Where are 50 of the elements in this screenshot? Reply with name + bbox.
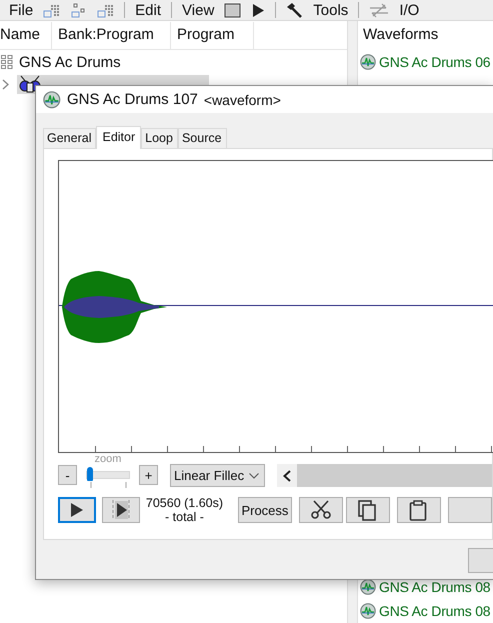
length-note: - total -: [165, 510, 204, 524]
chevron-down-icon: [249, 472, 259, 478]
waveform-item[interactable]: GNS Ac Drums 08: [358, 599, 493, 623]
waveform-icon: [43, 90, 61, 108]
scissors-icon: [311, 500, 331, 520]
slider-thumb[interactable]: [87, 467, 93, 481]
tools-menu[interactable]: Tools: [313, 2, 348, 18]
folder-grid-icon[interactable]: [97, 2, 114, 18]
tab[interactable]: Loop: [141, 128, 178, 148]
collapsed-chevron-icon[interactable]: [2, 78, 9, 90]
file-menu[interactable]: File: [9, 2, 34, 18]
stop-icon[interactable]: [224, 2, 242, 18]
process-button[interactable]: Process: [238, 497, 292, 523]
mode-dropdown[interactable]: Linear Fillec: [170, 464, 265, 487]
tab[interactable]: Editor: [96, 126, 142, 149]
sample-length: 70560 (1.60s): [146, 496, 224, 510]
play-to-end-button[interactable]: [102, 497, 140, 523]
panel-title: Waveforms: [362, 25, 440, 45]
play-button[interactable]: [58, 497, 96, 523]
folder-icon[interactable]: [70, 2, 88, 18]
zoom-in-button[interactable]: +: [139, 465, 158, 485]
arrows-icon[interactable]: [369, 2, 390, 18]
scroll-left-icon[interactable]: [283, 470, 291, 482]
folder-grid-icon[interactable]: [43, 2, 60, 18]
waveform-icon: [360, 603, 376, 619]
tree-item[interactable]: GNS Ac Drums: [19, 54, 121, 70]
clipboard-icon: [409, 500, 429, 520]
column-header[interactable]: Bank:Program: [52, 22, 171, 49]
column-header[interactable]: Name: [0, 22, 52, 49]
edit-menu[interactable]: Edit: [135, 2, 162, 18]
tab[interactable]: General: [43, 128, 96, 148]
io-menu[interactable]: I/O: [399, 2, 420, 18]
scissors-button[interactable]: [299, 497, 343, 523]
view-menu[interactable]: View: [182, 2, 214, 18]
zoom-out-button[interactable]: -: [58, 465, 77, 485]
play-icon: [71, 503, 84, 517]
column-header[interactable]: Program: [171, 22, 254, 49]
clipboard-button[interactable]: [397, 497, 441, 523]
bank-icon: [1, 55, 13, 69]
play-to-end-icon: [111, 500, 132, 520]
window-title: GNS Ac Drums 107: [67, 91, 198, 108]
waveform-item[interactable]: GNS Ac Drums 06: [358, 50, 493, 74]
copy-button[interactable]: [346, 497, 390, 523]
window-subtitle: <waveform>: [204, 92, 281, 108]
tab[interactable]: Source: [178, 128, 227, 148]
copy-icon: [358, 500, 378, 520]
waveform-icon: [360, 54, 376, 70]
play-icon[interactable]: [251, 2, 266, 18]
zoom-label: zoom: [94, 454, 122, 465]
hammer-icon[interactable]: [286, 2, 304, 18]
